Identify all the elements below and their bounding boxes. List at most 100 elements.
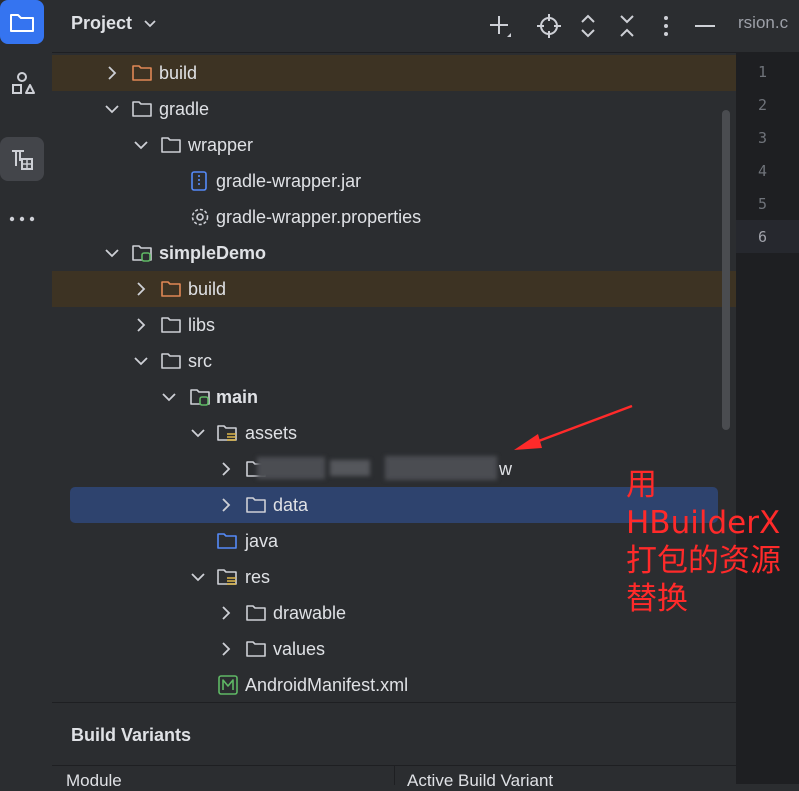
editor-area: rsion.c 1 2 3 4 5 6 bbox=[736, 0, 799, 784]
tree-label: gradle-wrapper.jar bbox=[216, 171, 362, 191]
folder-icon bbox=[161, 353, 181, 369]
line-number: 6 bbox=[758, 228, 768, 246]
chevron-right-icon bbox=[137, 282, 146, 296]
tree-label: assets bbox=[245, 423, 298, 443]
activity-bar bbox=[0, 0, 53, 784]
tree-label: libs bbox=[188, 315, 216, 335]
line-number: 4 bbox=[758, 162, 768, 180]
chevron-down-icon bbox=[105, 105, 119, 114]
folder-icon bbox=[246, 497, 266, 513]
tree-row-build-module[interactable]: build bbox=[52, 271, 736, 307]
line-number-row: 3 bbox=[736, 121, 799, 154]
archive-file-icon bbox=[191, 171, 207, 191]
project-folder-button[interactable] bbox=[0, 0, 44, 44]
tree-row-gradle-wrapper-jar[interactable]: gradle-wrapper.jar bbox=[52, 163, 736, 199]
tree-row-gradle[interactable]: gradle bbox=[52, 91, 736, 127]
structure-button[interactable] bbox=[0, 62, 44, 106]
annotation-line: 用 bbox=[626, 467, 657, 503]
module-folder-icon bbox=[132, 245, 152, 262]
tree-label: gradle-wrapper.properties bbox=[216, 207, 422, 227]
chevron-right-icon bbox=[222, 642, 231, 656]
line-number: 3 bbox=[758, 129, 768, 147]
chevron-down-icon bbox=[144, 20, 156, 28]
chevron-down-icon bbox=[191, 573, 205, 582]
annotation-line: 替换 bbox=[626, 581, 688, 617]
folder-icon bbox=[161, 317, 181, 333]
project-view-selector[interactable]: Project bbox=[71, 13, 157, 34]
tree-label: build bbox=[188, 279, 227, 299]
folder-icon bbox=[161, 137, 181, 153]
column-divider bbox=[394, 765, 395, 785]
tree-label: wrapper bbox=[188, 135, 254, 155]
tree-row-build-root[interactable]: build bbox=[52, 55, 736, 91]
tree-row-data[interactable]: data bbox=[70, 487, 718, 523]
tree-row-simpledemo[interactable]: simpleDemo bbox=[52, 235, 736, 271]
tree-row-src[interactable]: src bbox=[52, 343, 736, 379]
more-tools-button[interactable] bbox=[0, 197, 44, 241]
annotation-arrow-icon bbox=[514, 404, 633, 450]
chevron-right-icon bbox=[108, 66, 117, 80]
crosshair-icon bbox=[537, 14, 561, 38]
build-variants-title: Build Variants bbox=[71, 725, 192, 745]
tree-label: data bbox=[273, 495, 309, 515]
resource-folder-icon bbox=[217, 425, 237, 441]
resource-folder-icon bbox=[217, 569, 237, 585]
build-variants-panel: Build Variants Module Active Build Varia… bbox=[52, 702, 736, 790]
tree-label: values bbox=[273, 639, 326, 659]
folder-icon bbox=[246, 605, 266, 621]
hide-panel-button[interactable] bbox=[691, 12, 719, 40]
tree-scrollbar[interactable] bbox=[722, 110, 730, 430]
editor-tab-label[interactable]: rsion.c bbox=[738, 13, 799, 33]
annotation-text: 用 HBuilderX 打包的资源 替换 bbox=[626, 466, 781, 618]
line-number-row: 4 bbox=[736, 154, 799, 187]
expand-all-button[interactable] bbox=[574, 12, 602, 40]
chevron-down-icon bbox=[105, 249, 119, 258]
tree-label: w bbox=[499, 459, 512, 479]
redaction-blur bbox=[385, 456, 497, 480]
tree-row-androidmanifest[interactable]: AndroidManifest.xml bbox=[52, 667, 736, 703]
annotation-line: 打包的资源 bbox=[626, 543, 781, 579]
tree-label: AndroidManifest.xml bbox=[245, 675, 409, 695]
folder-icon bbox=[10, 14, 34, 32]
tree-label: drawable bbox=[273, 603, 347, 623]
chevron-right-icon bbox=[222, 606, 231, 620]
redaction-blur bbox=[257, 457, 325, 479]
folder-icon bbox=[132, 101, 152, 117]
column-header-active-build-variant[interactable]: Active Build Variant bbox=[407, 771, 553, 791]
shapes-icon bbox=[12, 72, 35, 94]
gear-icon bbox=[191, 208, 209, 226]
tree-row-wrapper[interactable]: wrapper bbox=[52, 127, 736, 163]
line-number-row: 5 bbox=[736, 187, 799, 220]
line-number: 5 bbox=[758, 195, 768, 213]
project-title: Project bbox=[71, 13, 133, 33]
chevron-right-icon bbox=[222, 498, 231, 512]
editor-tab-bar: rsion.c bbox=[736, 0, 799, 53]
annotation-line: HBuilderX bbox=[626, 505, 781, 541]
folder-excluded-icon bbox=[132, 65, 152, 81]
add-button[interactable] bbox=[486, 12, 514, 40]
tree-label: simpleDemo bbox=[159, 243, 267, 263]
folder-icon bbox=[246, 641, 266, 657]
tree-label: gradle bbox=[159, 99, 210, 119]
more-vertical-icon bbox=[664, 16, 668, 36]
expand-all-icon bbox=[581, 14, 595, 38]
redaction-blur bbox=[330, 460, 370, 476]
build-variants-tool-button[interactable] bbox=[0, 137, 44, 181]
chevron-right-icon bbox=[222, 462, 231, 476]
options-button[interactable] bbox=[652, 12, 680, 40]
more-horizontal-icon bbox=[9, 216, 35, 222]
tree-label: build bbox=[159, 63, 198, 83]
tree-label: src bbox=[188, 351, 212, 371]
select-opened-file-button[interactable] bbox=[535, 12, 563, 40]
line-number: 1 bbox=[758, 63, 768, 81]
tree-row-values[interactable]: values bbox=[52, 631, 736, 667]
tree-label: java bbox=[245, 531, 279, 551]
tree-row-gradle-wrapper-properties[interactable]: gradle-wrapper.properties bbox=[52, 199, 736, 235]
collapse-all-button[interactable] bbox=[613, 12, 641, 40]
tree-row-libs[interactable]: libs bbox=[52, 307, 736, 343]
line-number-row: 2 bbox=[736, 88, 799, 121]
chevron-down-icon bbox=[191, 429, 205, 438]
module-folder-icon bbox=[190, 389, 210, 406]
collapse-all-icon bbox=[620, 15, 634, 37]
column-header-module[interactable]: Module bbox=[66, 771, 122, 791]
